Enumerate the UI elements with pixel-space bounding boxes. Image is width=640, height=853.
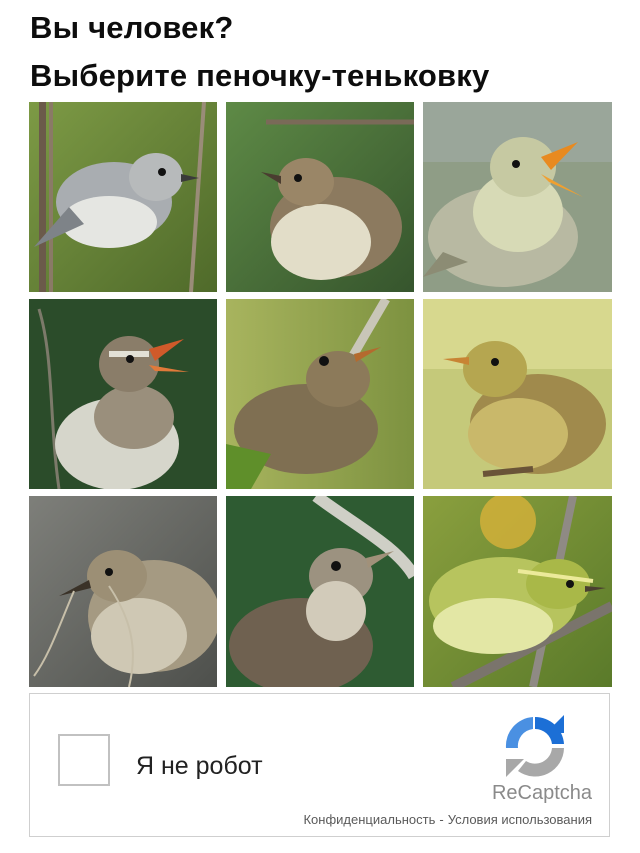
bird-image-1 (29, 102, 217, 292)
recaptcha-widget: Я не робот ReCaptcha Конфиденциальность -… (29, 693, 610, 837)
bird-image-3 (423, 102, 612, 292)
bird-image-7 (29, 496, 217, 687)
bird-image-5 (226, 299, 414, 489)
bird-tile-4[interactable] (29, 299, 217, 489)
links-separator: - (439, 812, 444, 827)
bird-tile-3[interactable] (423, 102, 612, 292)
bird-tile-2[interactable] (226, 102, 414, 292)
image-grid (29, 102, 612, 687)
bird-image-2 (226, 102, 414, 292)
checkbox-label: Я не робот (136, 752, 263, 780)
not-robot-checkbox[interactable] (58, 734, 110, 786)
privacy-link[interactable]: Конфиденциальность (303, 812, 435, 827)
bird-tile-6[interactable] (423, 299, 612, 489)
recaptcha-brand: ReCaptcha (491, 782, 592, 804)
bird-tile-5[interactable] (226, 299, 414, 489)
bird-image-8 (226, 496, 414, 687)
bird-image-4 (29, 299, 217, 489)
bird-tile-1[interactable] (29, 102, 217, 292)
captcha-instruction: Выберите пеночку-теньковку (30, 58, 490, 93)
recaptcha-links: Конфиденциальность - Условия использования (160, 812, 592, 827)
bird-image-9 (423, 496, 612, 687)
terms-link[interactable]: Условия использования (448, 812, 592, 827)
captcha-question: Вы человек? (30, 10, 234, 45)
bird-tile-7[interactable] (29, 496, 217, 687)
bird-tile-9[interactable] (423, 496, 612, 687)
recaptcha-logo-icon (505, 715, 564, 777)
bird-image-6 (423, 299, 612, 489)
bird-tile-8[interactable] (226, 496, 414, 687)
